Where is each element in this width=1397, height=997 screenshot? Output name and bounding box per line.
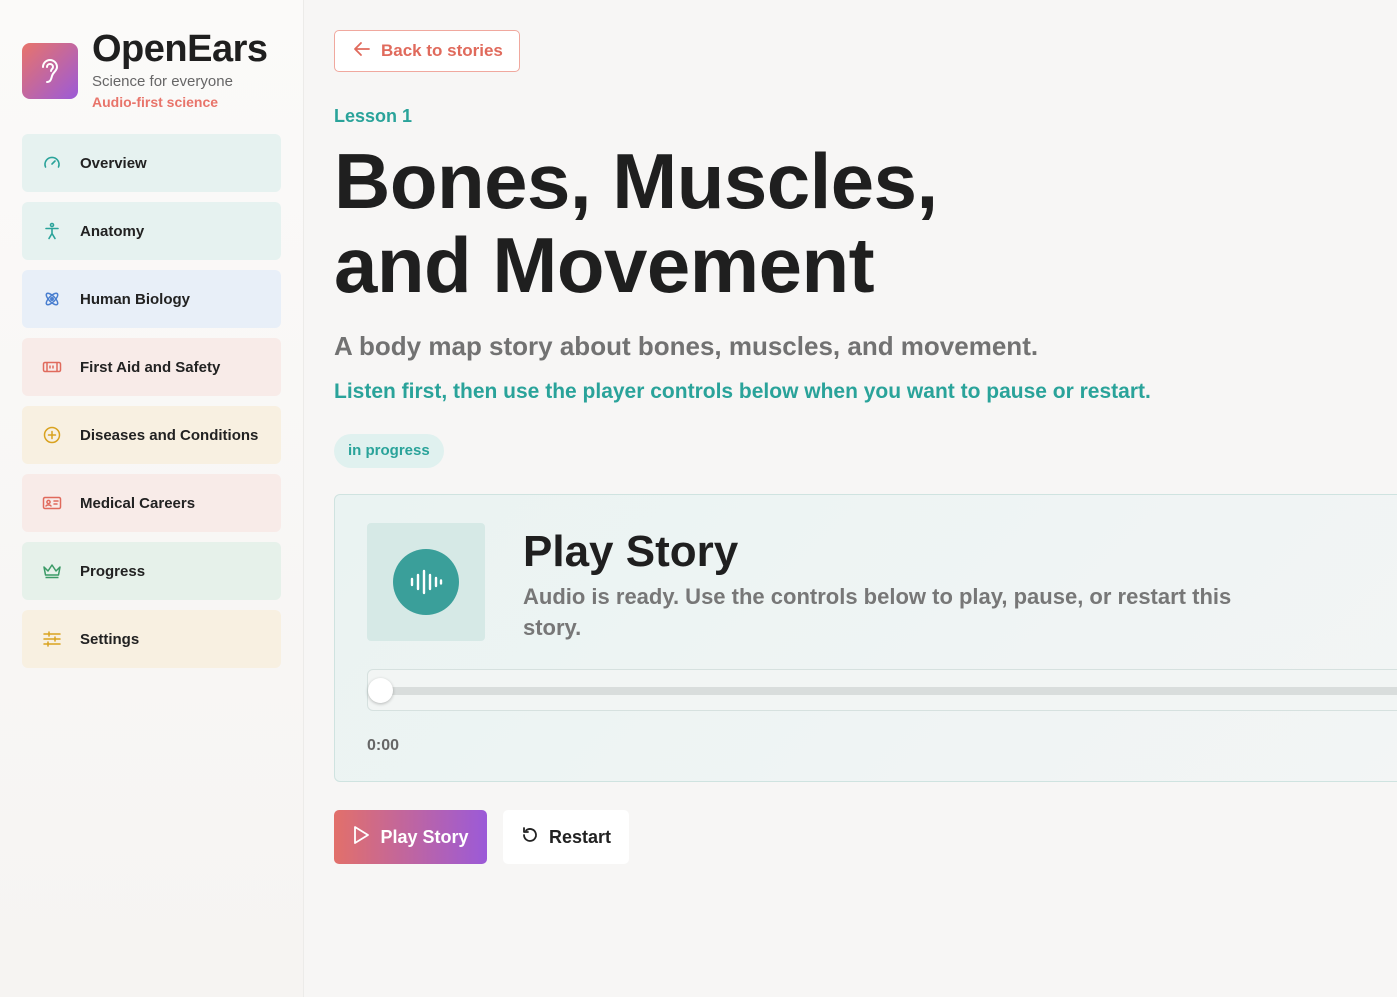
sidebar-item-label: Overview — [80, 154, 147, 172]
play-story-button[interactable]: Play Story — [334, 810, 487, 864]
id-card-icon — [42, 493, 62, 513]
sidebar-item-diseases[interactable]: Diseases and Conditions — [22, 406, 281, 464]
restart-icon — [521, 826, 539, 849]
listening-hint: Listen first, then use the player contro… — [334, 380, 1151, 403]
main-content: Back to stories Lesson 1 Bones, Muscles,… — [304, 0, 1397, 997]
brand-tagline: Audio-first science — [92, 94, 219, 110]
sidebar-nav: Overview Anatomy Human Biology First Aid… — [22, 134, 281, 668]
player-artwork — [367, 523, 485, 641]
back-to-stories-button[interactable]: Back to stories — [334, 30, 520, 72]
sidebar-item-label: Settings — [80, 630, 140, 648]
sidebar-item-label: Medical Careers — [80, 494, 196, 512]
current-time: 0:00 — [367, 737, 400, 754]
sliders-icon — [42, 629, 62, 649]
status-badge: in progress — [334, 434, 444, 468]
plus-circle-icon — [42, 425, 62, 445]
sidebar-item-overview[interactable]: Overview — [22, 134, 281, 192]
ear-icon — [22, 43, 78, 99]
arrow-left-icon — [353, 41, 371, 62]
sidebar-item-settings[interactable]: Settings — [22, 610, 281, 668]
progress-thumb[interactable] — [368, 678, 393, 703]
atom-icon — [42, 289, 62, 309]
sidebar-item-label: Progress — [80, 562, 146, 580]
brand: OpenEars Science for everyone Audio-firs… — [22, 28, 281, 110]
brand-name: OpenEars — [92, 28, 268, 70]
restart-button[interactable]: Restart — [503, 810, 629, 864]
first-aid-icon — [42, 357, 62, 377]
back-button-label: Back to stories — [381, 41, 503, 60]
progress-slider[interactable] — [367, 669, 1397, 711]
sidebar-item-label: Diseases and Conditions — [80, 426, 259, 444]
sidebar-item-label: Human Biology — [80, 290, 191, 308]
sidebar-item-progress[interactable]: Progress — [22, 542, 281, 600]
sidebar-item-first-aid[interactable]: First Aid and Safety — [22, 338, 281, 396]
sidebar-item-label: Anatomy — [80, 222, 145, 240]
lesson-label: Lesson 1 — [334, 106, 413, 126]
audio-player: Play Story Audio is ready. Use the contr… — [334, 494, 1397, 782]
sidebar: OpenEars Science for everyone Audio-firs… — [0, 0, 304, 997]
player-title: Play Story — [523, 527, 739, 576]
play-icon — [352, 825, 370, 850]
brand-subtitle: Science for everyone — [92, 73, 233, 90]
gauge-icon — [42, 153, 62, 173]
waveform-icon — [393, 549, 459, 615]
progress-track — [380, 687, 1397, 695]
player-description: Audio is ready. Use the controls below t… — [523, 584, 1232, 640]
crown-icon — [42, 561, 62, 581]
sidebar-item-human-biology[interactable]: Human Biology — [22, 270, 281, 328]
restart-button-label: Restart — [548, 826, 612, 847]
page-title: Bones, Muscles, and Movement — [334, 137, 938, 309]
person-icon — [42, 221, 62, 241]
player-controls: Play Story Restart — [334, 810, 1397, 864]
sidebar-item-medical-careers[interactable]: Medical Careers — [22, 474, 281, 532]
app-root: OpenEars Science for everyone Audio-firs… — [0, 0, 1397, 997]
sidebar-item-anatomy[interactable]: Anatomy — [22, 202, 281, 260]
play-button-label: Play Story — [380, 826, 469, 847]
sidebar-item-label: First Aid and Safety — [80, 358, 221, 376]
page-subtitle: A body map story about bones, muscles, a… — [334, 331, 1039, 361]
